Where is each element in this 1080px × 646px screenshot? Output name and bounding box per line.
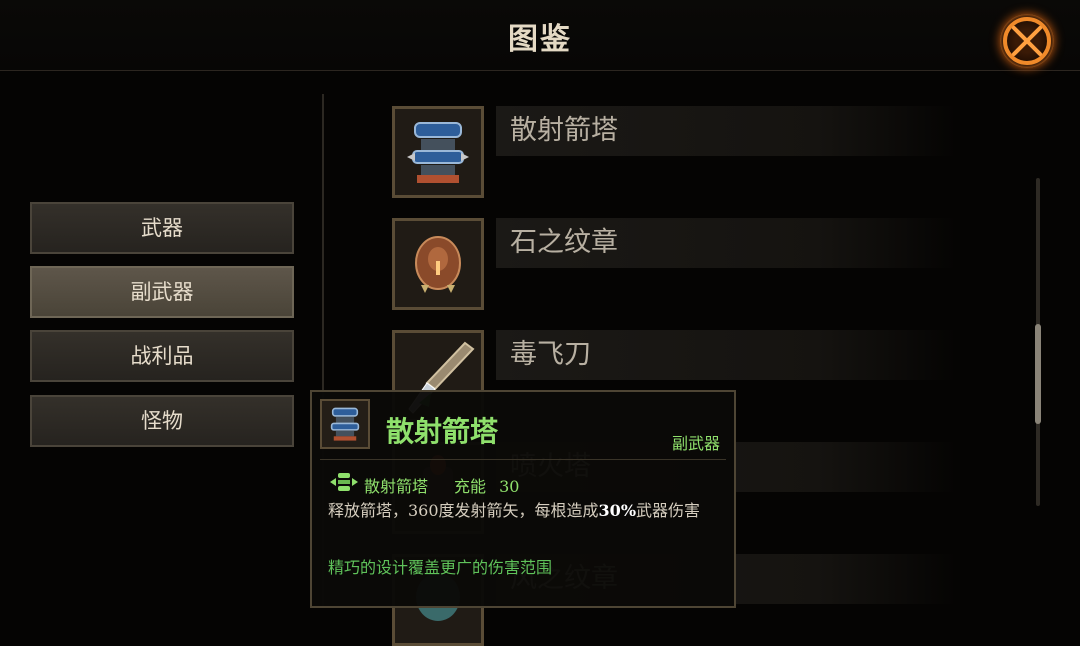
header-bar: 图鉴: [0, 0, 1080, 71]
close-icon: [1003, 17, 1051, 65]
page-title: 图鉴: [508, 22, 572, 57]
tooltip-charge: 充能 30: [454, 473, 519, 497]
close-button[interactable]: [1000, 14, 1054, 68]
charge-value: 30: [499, 477, 520, 496]
category-secondary-weapons-button[interactable]: 副武器: [30, 266, 294, 318]
charge-label: 充能: [454, 477, 487, 496]
item-name-poison-knife[interactable]: 毒飞刀: [496, 330, 956, 380]
category-monsters-button[interactable]: 怪物: [30, 395, 294, 447]
tooltip-divider: [320, 459, 726, 460]
category-weapons-button[interactable]: 武器: [30, 202, 294, 254]
tooltip-flavor-text: 精巧的设计覆盖更广的伤害范围: [328, 558, 553, 577]
tooltip-item-type: 副武器: [671, 434, 720, 453]
tooltip-skill-name: 散射箭塔: [364, 477, 429, 496]
scatter-arrow-tower-icon: [320, 399, 370, 449]
description-text-end: 武器伤害: [636, 501, 701, 520]
skill-icon: [330, 473, 358, 491]
category-loot-button[interactable]: 战利品: [30, 330, 294, 382]
item-name-scatter-arrow-tower[interactable]: 散射箭塔: [496, 106, 956, 156]
damage-percent: 30%: [598, 501, 637, 520]
stone-crest-icon[interactable]: [392, 218, 484, 310]
scatter-arrow-tower-icon[interactable]: [392, 106, 484, 198]
item-tooltip: 散射箭塔 副武器 散射箭塔 充能 30 释放箭塔，360度发射箭矢，每根造成30…: [310, 390, 736, 608]
tooltip-description: 释放箭塔，360度发射箭矢，每根造成30%武器伤害: [328, 499, 720, 523]
item-name-stone-crest[interactable]: 石之纹章: [496, 218, 956, 268]
tooltip-item-name: 散射箭塔: [386, 415, 499, 448]
scrollbar-thumb[interactable]: [1035, 324, 1041, 424]
description-text: 释放箭塔，360度发射箭矢，每根造成: [328, 501, 599, 520]
